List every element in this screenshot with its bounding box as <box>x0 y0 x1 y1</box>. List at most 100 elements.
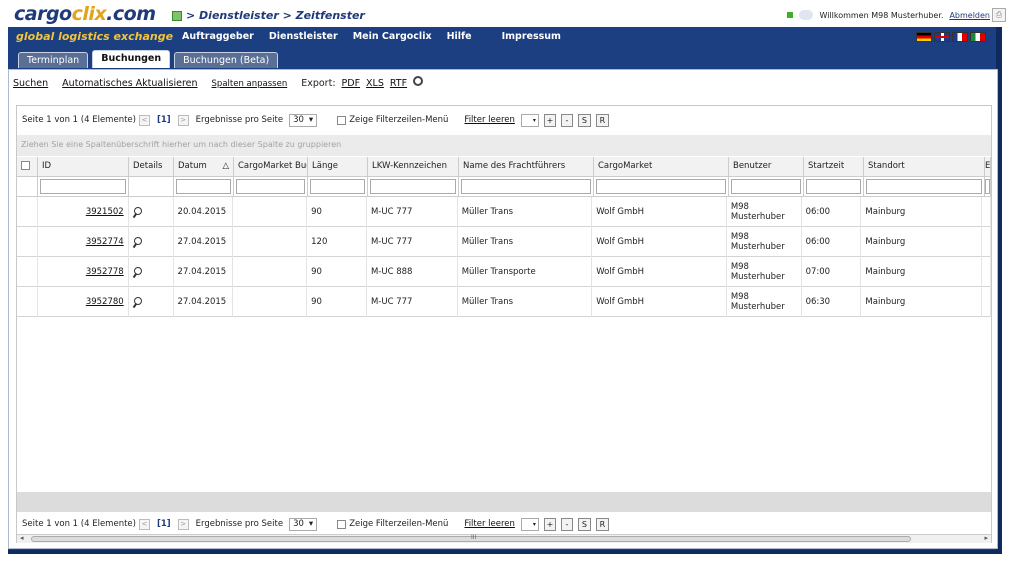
save-layout-button[interactable]: S <box>577 517 591 531</box>
row-benutzer-line2: Musterhuber <box>730 272 785 282</box>
tab-buchungen-beta[interactable]: Buchungen (Beta) <box>174 52 279 68</box>
filter-dropdown[interactable]: ▾ <box>520 113 539 127</box>
col-header-laenge[interactable]: Länge <box>308 157 368 177</box>
col-header-startzeit[interactable]: Startzeit <box>804 157 864 177</box>
tab-terminplan[interactable]: Terminplan <box>18 52 89 68</box>
export-pdf-link[interactable]: PDF <box>342 78 361 89</box>
horizontal-scrollbar[interactable]: ◂ III ▸ <box>17 534 991 543</box>
row-lkw: M-UC 888 <box>367 257 458 287</box>
col-header-frachtfuehrer[interactable]: Name des Frachtführers <box>459 157 594 177</box>
per-page-value: 30 <box>293 115 304 125</box>
row-select-cell[interactable] <box>17 257 38 287</box>
col-header-cargomarket-buc[interactable]: CargoMarket Buc <box>234 157 308 177</box>
menu-item-auftraggeber[interactable]: Auftraggeber <box>182 31 254 42</box>
filter-input-lkw[interactable] <box>370 179 456 194</box>
filter-input-fuhrer[interactable] <box>461 179 591 194</box>
export-xls-link[interactable]: XLS <box>366 78 384 89</box>
flag-de-icon[interactable] <box>916 32 932 42</box>
reset-layout-button[interactable]: R <box>595 113 609 127</box>
table-row[interactable]: 3952780 27.04.2015 90 M-UC 777 Müller Tr… <box>17 287 992 317</box>
online-status-icon <box>787 12 794 18</box>
filter-input-start[interactable] <box>806 179 861 194</box>
col-header-cargomarket[interactable]: CargoMarket <box>594 157 729 177</box>
per-page-select[interactable]: 30 ▾ <box>289 517 318 531</box>
magnifier-icon[interactable] <box>133 296 142 308</box>
col-header-datum[interactable]: Datum △ <box>174 157 234 177</box>
save-layout-button[interactable]: S <box>577 113 591 127</box>
expand-button[interactable]: + <box>543 113 556 127</box>
menu-item-mein-cargoclix[interactable]: Mein Cargoclix <box>353 31 432 42</box>
filter-input-standort[interactable] <box>866 179 982 194</box>
customize-columns-link[interactable]: Spalten anpassen <box>212 79 288 89</box>
table-row[interactable]: 3921502 20.04.2015 90 M-UC 777 Müller Tr… <box>17 197 992 227</box>
flag-fr-icon[interactable] <box>952 32 968 42</box>
row-select-cell[interactable] <box>17 197 38 227</box>
row-start: 06:30 <box>802 287 862 317</box>
print-icon[interactable]: ⎙ <box>992 8 1006 22</box>
row-benutzer-line2: Musterhuber <box>730 302 785 312</box>
row-id-link[interactable]: 3921502 <box>86 207 124 217</box>
filter-input-laenge[interactable] <box>310 179 365 194</box>
col-header-id[interactable]: ID <box>38 157 129 177</box>
menu-item-hilfe[interactable]: Hilfe <box>447 31 472 42</box>
scrollbar-thumb[interactable]: III <box>31 534 911 542</box>
current-page[interactable]: [1] <box>157 115 171 125</box>
next-page-button[interactable]: > <box>177 114 189 126</box>
scroll-left-icon[interactable]: ◂ <box>20 534 24 542</box>
flag-it-icon[interactable] <box>970 32 986 42</box>
search-link[interactable]: Suchen <box>13 78 48 89</box>
table-row[interactable]: 3952774 27.04.2015 120 M-UC 777 Müller T… <box>17 227 992 257</box>
magnifier-icon[interactable] <box>133 206 142 218</box>
magnifier-icon[interactable] <box>133 266 142 278</box>
prev-page-button[interactable]: < <box>138 114 150 126</box>
cargoclix-logo[interactable]: cargoclix.com <box>14 3 156 25</box>
menu-item-impressum[interactable]: Impressum <box>502 31 561 42</box>
filter-input-e[interactable] <box>985 179 990 194</box>
filter-row-checkbox[interactable] <box>337 115 347 125</box>
col-header-details[interactable]: Details <box>129 157 174 177</box>
collapse-button[interactable]: - <box>560 517 573 531</box>
tab-buchungen[interactable]: Buchungen <box>92 50 171 68</box>
next-page-button[interactable]: > <box>177 518 189 530</box>
scroll-grip: III <box>471 534 477 541</box>
col-header-e[interactable]: E <box>985 157 991 177</box>
row-select-cell[interactable] <box>17 227 38 257</box>
reset-layout-button[interactable]: R <box>595 517 609 531</box>
row-select-cell[interactable] <box>17 287 38 317</box>
row-datum: 27.04.2015 <box>174 287 234 317</box>
flag-uk-icon[interactable] <box>934 32 950 42</box>
select-all-checkbox[interactable] <box>21 161 30 170</box>
filter-input-datum[interactable] <box>176 179 231 194</box>
col-header-benutzer[interactable]: Benutzer <box>729 157 804 177</box>
prev-page-button[interactable]: < <box>138 518 150 530</box>
filter-input-id[interactable] <box>40 179 126 194</box>
clear-filter-link[interactable]: Filter leeren <box>464 115 515 125</box>
group-by-hint[interactable]: Ziehen Sie eine Spaltenüberschrift hierh… <box>17 135 991 156</box>
menu-item-dienstleister[interactable]: Dienstleister <box>269 31 338 42</box>
scroll-right-icon[interactable]: ▸ <box>984 534 988 542</box>
row-id-link[interactable]: 3952778 <box>86 267 124 277</box>
select-all-cell[interactable] <box>17 157 38 177</box>
current-page[interactable]: [1] <box>157 519 171 529</box>
per-page-select[interactable]: 30 ▾ <box>289 113 318 127</box>
logout-link[interactable]: Abmelden <box>949 11 990 20</box>
filter-input-market[interactable] <box>596 179 726 194</box>
filter-input-benutzer[interactable] <box>731 179 801 194</box>
magnifier-icon[interactable] <box>133 236 142 248</box>
col-header-standort[interactable]: Standort <box>864 157 985 177</box>
collapse-button[interactable]: - <box>560 113 573 127</box>
language-flags <box>916 32 986 42</box>
clear-filter-link[interactable]: Filter leeren <box>464 519 515 529</box>
export-rtf-link[interactable]: RTF <box>390 78 407 89</box>
per-page-value: 30 <box>293 519 304 529</box>
filter-input-buc[interactable] <box>236 179 305 194</box>
col-header-lkw[interactable]: LKW-Kennzeichen <box>368 157 459 177</box>
row-id-link[interactable]: 3952774 <box>86 237 124 247</box>
filter-dropdown[interactable]: ▾ <box>520 517 539 531</box>
row-start: 07:00 <box>802 257 862 287</box>
auto-refresh-link[interactable]: Automatisches Aktualisieren <box>62 78 197 89</box>
expand-button[interactable]: + <box>543 517 556 531</box>
table-row[interactable]: 3952778 27.04.2015 90 M-UC 888 Müller Tr… <box>17 257 992 287</box>
filter-row-checkbox[interactable] <box>337 519 347 529</box>
row-id-link[interactable]: 3952780 <box>86 297 124 307</box>
